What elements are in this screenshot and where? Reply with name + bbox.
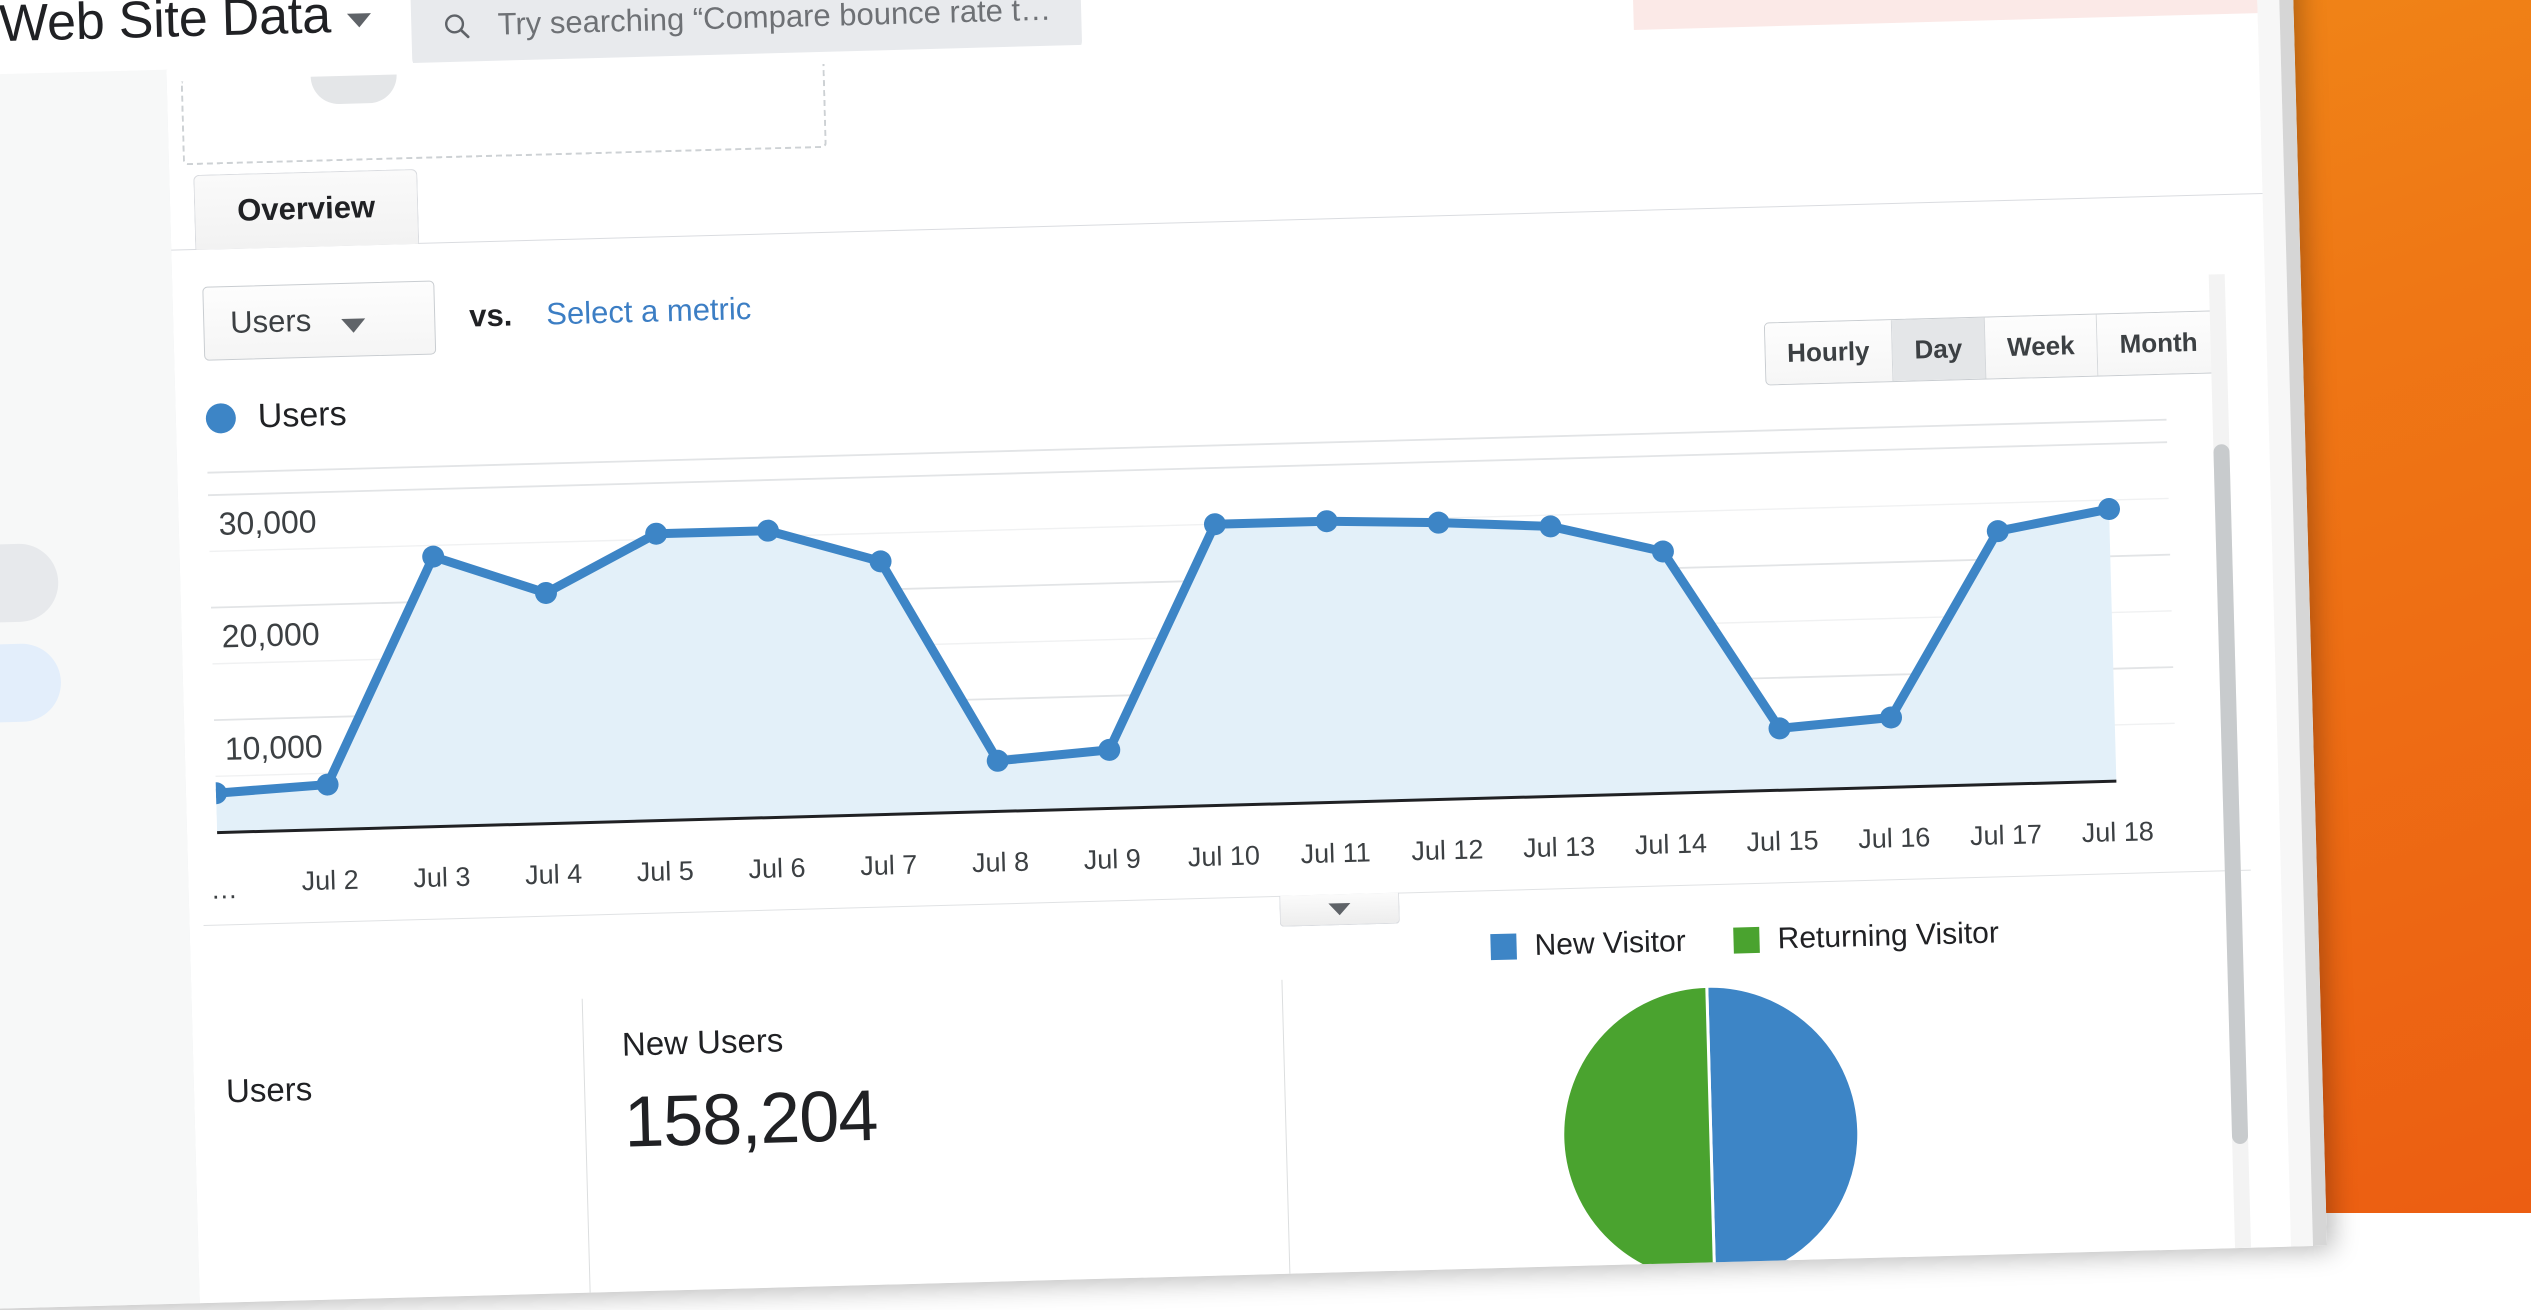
x-axis-tick-label: Jul 15 [1746, 825, 1819, 858]
browser-window: Learn more Complete GA4 setup Web Site D… [0, 0, 2327, 1309]
x-axis-tick-label: Jul 6 [748, 853, 806, 886]
visitor-pie-legend: New Visitor Returning Visitor [1490, 916, 1999, 964]
x-axis-tick-label: Jul 12 [1411, 834, 1484, 867]
segment-handle[interactable] [311, 74, 398, 104]
svg-text:20,000: 20,000 [221, 616, 320, 655]
granularity-toggle-group: Hourly Day Week Month [1763, 310, 2221, 385]
metric-comparison-row: Users vs. Select a metric [202, 272, 752, 361]
users-timeseries-chart[interactable]: 10,000 20,000 30,000 [207, 412, 2177, 855]
legend-series-label: Users [257, 395, 347, 436]
page-title: Web Site Data [0, 0, 332, 54]
x-axis-tick-label: Jul 7 [860, 850, 918, 883]
report-content: Overview Users vs. Select a metric Hourl… [166, 13, 2291, 1303]
vs-label: vs. [469, 297, 513, 334]
legend-item-returning-visitor: Returning Visitor [1733, 916, 1999, 957]
x-axis-tick-label: Jul 9 [1083, 844, 1141, 877]
x-axis-tick-label: Jul 3 [413, 862, 471, 895]
legend-swatch-returning-visitor [1733, 927, 1760, 954]
metric-card-new-users: New Users 158,204 [582, 991, 882, 1299]
tab-overview[interactable]: Overview [193, 169, 419, 250]
select-a-metric-link[interactable]: Select a metric [546, 291, 752, 333]
x-axis-ellipsis: … [210, 874, 241, 906]
metric-label-new-users: New Users [621, 1019, 875, 1064]
chevron-down-icon [341, 318, 365, 333]
search-placeholder: Try searching “Compare bounce rate t… [497, 0, 1051, 43]
metric-label-users: Users [226, 1070, 313, 1110]
legend-label-new-visitor: New Visitor [1534, 925, 1686, 963]
legend-item-new-visitor: New Visitor [1490, 925, 1686, 964]
x-axis-tick-label: Jul 14 [1634, 828, 1707, 861]
chart-collapse-handle[interactable] [1279, 893, 1400, 927]
x-axis-tick-label: Jul 11 [1300, 837, 1371, 870]
x-axis-tick-label: Jul 10 [1188, 840, 1261, 873]
metric-value-new-users: 158,204 [623, 1075, 878, 1164]
chevron-down-icon [1328, 903, 1350, 916]
granularity-week[interactable]: Week [1984, 315, 2098, 379]
x-axis-tick-label: Jul 18 [2081, 816, 2154, 849]
legend-swatch-new-visitor [1490, 933, 1517, 960]
granularity-hourly[interactable]: Hourly [1764, 320, 1893, 384]
x-axis-tick-label: Jul 13 [1523, 831, 1596, 864]
primary-metric-label: Users [230, 303, 312, 341]
summary-metrics-strip: Users New Users 158,204 [192, 953, 2291, 1309]
primary-metric-select[interactable]: Users [202, 280, 436, 360]
x-axis-tick-label: Jul 16 [1858, 822, 1931, 855]
chart-series-legend: Users [205, 395, 347, 438]
sidebar-item-generic[interactable] [0, 543, 59, 626]
sidebar-item-selected[interactable] [0, 643, 62, 726]
x-axis-tick-label: Jul 4 [525, 859, 583, 892]
legend-color-dot [205, 402, 236, 433]
search-icon [441, 5, 472, 46]
granularity-month[interactable]: Month [2097, 311, 2221, 375]
x-axis-tick-label: Jul 17 [1970, 819, 2043, 852]
granularity-day[interactable]: Day [1892, 318, 1986, 381]
svg-text:30,000: 30,000 [218, 503, 317, 542]
chevron-down-icon [347, 13, 371, 28]
metrics-divider [1281, 980, 1290, 1280]
x-axis-tick-label: Jul 2 [301, 865, 359, 898]
svg-text:10,000: 10,000 [224, 728, 323, 767]
x-axis-tick-label: Jul 5 [636, 856, 694, 889]
segment-builder-area[interactable] [181, 64, 827, 165]
x-axis-tick-label: Jul 8 [972, 847, 1030, 880]
legend-label-returning-visitor: Returning Visitor [1777, 916, 1999, 956]
